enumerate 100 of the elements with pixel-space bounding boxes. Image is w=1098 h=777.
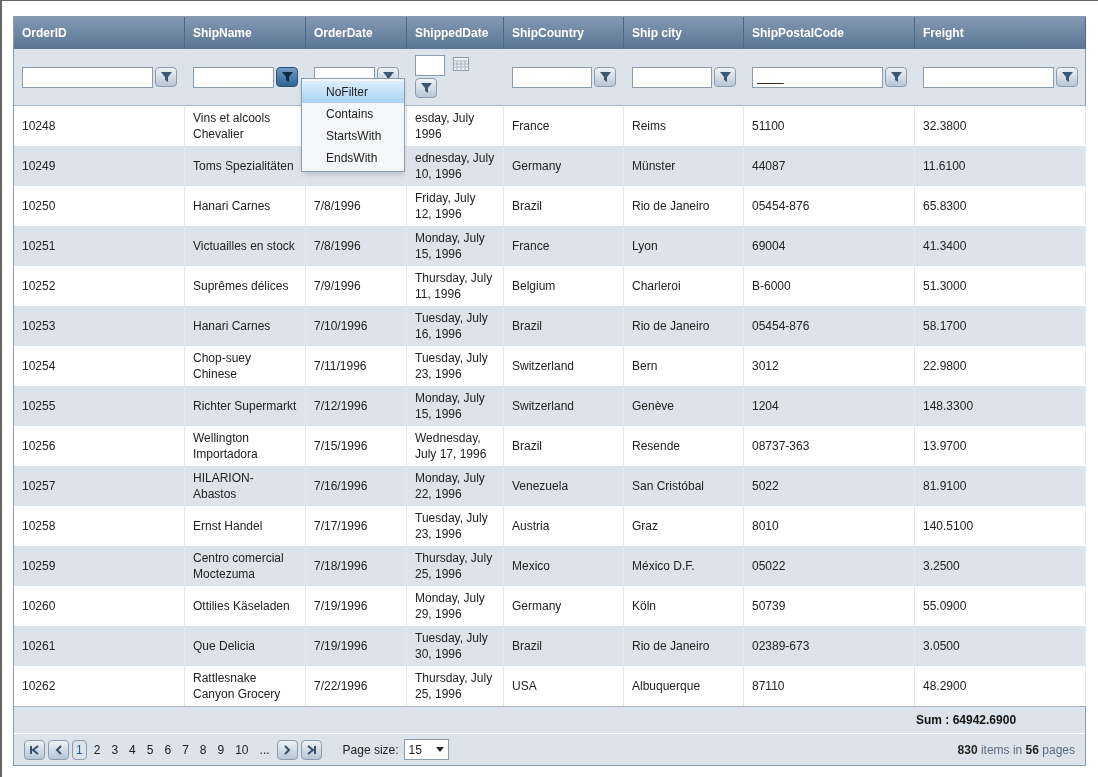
table-cell: B-6000: [752, 278, 791, 294]
page-link[interactable]: 4: [125, 739, 140, 760]
previous-page-button[interactable]: [48, 739, 69, 760]
table-cell: Brazil: [512, 638, 542, 654]
funnel-icon: [420, 83, 432, 93]
page-link[interactable]: 7: [178, 739, 193, 760]
filter-button[interactable]: [415, 78, 437, 98]
table-cell: 7/18/1996: [314, 558, 368, 574]
table-cell: 10248: [22, 118, 56, 134]
menu-item[interactable]: StartsWith: [302, 125, 404, 147]
filter-button[interactable]: [714, 67, 736, 87]
table-cell: 81.9100: [923, 478, 967, 494]
page-link[interactable]: ...: [255, 739, 274, 760]
table-cell: Hanari Carnes: [193, 198, 271, 214]
sum-label: Sum : 64942.6900: [916, 712, 1018, 729]
filter-button[interactable]: [1056, 67, 1078, 87]
table-cell: 08737-363: [752, 438, 810, 454]
page-link[interactable]: 6: [160, 739, 176, 760]
page-link[interactable]: 3: [107, 739, 123, 760]
table-cell: Richter Supermarkt: [193, 398, 297, 414]
table-cell: 05454-876: [752, 198, 810, 214]
table-cell: Reims: [632, 118, 666, 134]
table-cell: 7/10/1996: [314, 318, 368, 334]
table-cell-text: esday, July 1996: [415, 110, 476, 142]
filter-input[interactable]: [923, 66, 1054, 88]
page-link[interactable]: 1: [72, 739, 87, 760]
table-cell: 10260: [22, 598, 56, 614]
table-cell: 10250: [22, 198, 56, 214]
table-cell: 148.3300: [923, 398, 974, 414]
filter-input[interactable]: [193, 66, 274, 88]
table-cell: 140.5100: [923, 518, 974, 534]
table-cell-text: Monday, July 22, 1996: [415, 470, 486, 502]
table-cell: 10255: [22, 398, 56, 414]
next-page-button[interactable]: [276, 739, 298, 760]
table-cell: 65.8300: [923, 198, 967, 214]
table-cell: 10256: [22, 438, 56, 454]
table-cell: 7/11/1996: [314, 358, 367, 374]
table-cell: 05454-876: [752, 318, 810, 334]
table-cell: Lyon: [632, 238, 658, 254]
table-cell: 5022: [752, 478, 779, 494]
page-link[interactable]: 10: [231, 739, 253, 760]
menu-item[interactable]: NoFilter: [302, 81, 404, 103]
table-cell: Toms Spezialitäten: [193, 158, 294, 174]
page-size-select[interactable]: 15: [403, 739, 449, 760]
table-cell: France: [512, 238, 550, 254]
page-link[interactable]: 8: [195, 739, 211, 760]
chevron-left-icon: [53, 744, 64, 755]
menu-item[interactable]: EndsWith: [302, 147, 404, 169]
table-cell: 32.3800: [923, 118, 967, 134]
table-cell: Mexico: [512, 558, 550, 574]
table-cell: 7/8/1996: [314, 238, 361, 254]
filter-input[interactable]: [632, 66, 712, 88]
table-cell: 02389-673: [752, 638, 810, 654]
table-cell: Victuailles en stock: [193, 238, 295, 254]
table-cell: 1204: [752, 398, 779, 414]
table-cell: Ottilies Käseladen: [193, 598, 290, 614]
table-cell: 10252: [22, 278, 56, 294]
table-cell: 7/8/1996: [314, 198, 361, 214]
table-cell: Resende: [632, 438, 681, 454]
table-cell: Venezuela: [512, 478, 569, 494]
table-cell: USA: [512, 678, 537, 694]
table-cell: 87110: [752, 678, 785, 694]
page-size-label: Page size:: [342, 741, 399, 759]
filter-input[interactable]: ____: [752, 66, 883, 88]
table-cell: 3.0500: [923, 638, 960, 654]
filter-input[interactable]: [512, 66, 592, 88]
skip-forward-icon: [306, 744, 317, 755]
filter-button[interactable]: [885, 67, 907, 87]
skip-back-icon: [29, 744, 40, 755]
table-cell: México D.F.: [632, 558, 695, 574]
page-link[interactable]: 9: [213, 739, 229, 760]
table-cell: Belgium: [512, 278, 556, 294]
first-page-button[interactable]: [24, 739, 45, 760]
table-cell: 7/12/1996: [314, 398, 368, 414]
funnel-icon: [160, 72, 172, 82]
table-cell: Münster: [632, 158, 676, 174]
filter-button[interactable]: [155, 67, 177, 87]
page-link[interactable]: 5: [142, 739, 158, 760]
table-cell: 69004: [752, 238, 786, 254]
table-cell: Charleroi: [632, 278, 681, 294]
filter-button[interactable]: [276, 67, 298, 87]
table-cell: 8010: [752, 518, 779, 534]
table-cell: Rio de Janeiro: [632, 318, 710, 334]
filter-button[interactable]: [594, 67, 616, 87]
table-cell: Que Delicia: [193, 638, 256, 654]
last-page-button[interactable]: [300, 739, 322, 760]
table-cell: Ernst Handel: [193, 518, 263, 534]
menu-item[interactable]: Contains: [302, 103, 404, 125]
page-link[interactable]: 2: [89, 739, 105, 760]
table-cell: Brazil: [512, 198, 542, 214]
funnel-icon: [281, 72, 293, 82]
filter-input[interactable]: [22, 66, 153, 88]
table-cell: San Cristóbal: [632, 478, 705, 494]
table-cell: 58.1700: [923, 318, 967, 334]
table-cell: 7/19/1996: [314, 598, 368, 614]
table-cell: 41.3400: [923, 238, 967, 254]
table-cell: 10254: [22, 358, 56, 374]
date-input[interactable]: [415, 55, 445, 76]
table-cell: Hanari Carnes: [193, 318, 271, 334]
table-cell-text: Vins et alcools Chevalier: [193, 110, 272, 142]
